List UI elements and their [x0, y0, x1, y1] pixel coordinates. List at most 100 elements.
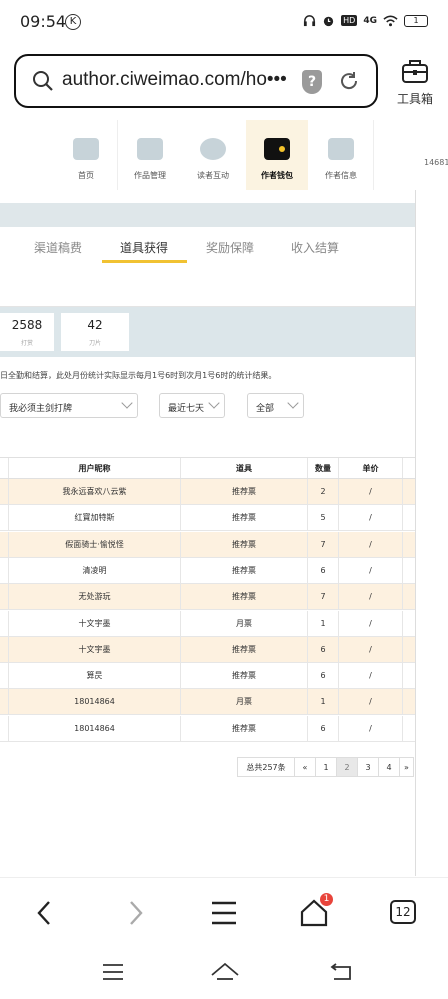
- tabs-count-button[interactable]: 12: [390, 900, 416, 924]
- stat-label: 打赏: [20, 340, 33, 347]
- status-bar: 09:54 K HD 4G 1: [0, 0, 448, 46]
- book-select[interactable]: 我必须主剑打牌: [0, 393, 138, 418]
- table-cell: [402, 715, 415, 741]
- page-prev-button[interactable]: «: [294, 757, 316, 777]
- page-button[interactable]: 1: [315, 757, 337, 777]
- content-border: [415, 190, 416, 876]
- table-cell: [402, 458, 415, 478]
- reload-icon[interactable]: [338, 70, 360, 92]
- chevron-down-icon: [121, 397, 133, 409]
- nav-works[interactable]: 作品管理: [119, 120, 181, 190]
- select-value: 全部: [256, 404, 275, 414]
- table-cell: 7: [307, 531, 338, 557]
- select-value: 我必须主剑打牌: [9, 404, 73, 414]
- table-cell: /: [338, 689, 402, 715]
- table-cell: [0, 611, 8, 636]
- table-cell: 推荐票: [180, 636, 307, 662]
- network-label: 4G: [363, 15, 377, 26]
- column-header: 单价: [338, 458, 402, 478]
- table-cell: 推荐票: [180, 715, 307, 741]
- page-button[interactable]: 3: [357, 757, 379, 777]
- nav-label: 作者信息: [325, 171, 357, 180]
- nav-readers[interactable]: 读者互动: [182, 120, 244, 190]
- table-cell: 18014864: [8, 689, 180, 715]
- table-cell: 18014864: [8, 715, 180, 741]
- table-cell: [402, 663, 415, 689]
- table-cell: [402, 531, 415, 557]
- tab-props-received[interactable]: 道具获得: [120, 239, 168, 256]
- table-cell: 推荐票: [180, 505, 307, 531]
- table-cell: 6: [307, 557, 338, 583]
- nav-label: 作者钱包: [261, 171, 293, 180]
- toolbox-icon: [402, 60, 428, 83]
- table-cell: [0, 558, 8, 583]
- tab-channel-fee[interactable]: 渠道稿费: [34, 239, 82, 256]
- stat-card-tips: 2588 打赏: [0, 313, 54, 351]
- search-icon: [33, 71, 53, 91]
- table-cell: /: [338, 610, 402, 636]
- security-shield-icon[interactable]: ?: [302, 70, 322, 94]
- toolbox-label: 工具箱: [396, 92, 433, 106]
- table-cell: /: [338, 584, 402, 610]
- back-gesture-icon[interactable]: [330, 963, 354, 981]
- table-cell: [0, 479, 8, 504]
- table-cell: [0, 505, 8, 530]
- table-cell: 无处游玩: [8, 584, 180, 610]
- column-header: 数量: [307, 458, 338, 478]
- table-cell: [0, 637, 8, 662]
- table-cell: 月票: [180, 689, 307, 715]
- table-cell: 2: [307, 479, 338, 504]
- table-cell: 月票: [180, 610, 307, 636]
- stat-value: 42: [87, 318, 103, 332]
- table-row: 18014864 月票 1/: [0, 689, 415, 716]
- address-bar[interactable]: author.ciweimao.com/ho••• ?: [14, 54, 378, 108]
- back-icon[interactable]: [30, 898, 60, 928]
- menu-icon[interactable]: [209, 898, 239, 928]
- chevron-down-icon: [287, 397, 299, 409]
- type-select[interactable]: 全部: [247, 393, 304, 418]
- hd-badge: HD: [341, 15, 358, 26]
- tab-income-settlement[interactable]: 收入结算: [291, 239, 339, 256]
- book-icon: [137, 138, 163, 160]
- table-row: 18014864 推荐票 6/: [0, 715, 415, 742]
- table-cell: /: [338, 479, 402, 504]
- table-cell: 推荐票: [180, 663, 307, 689]
- table-cell: /: [338, 636, 402, 662]
- table-cell: [402, 689, 415, 715]
- table-cell: [0, 689, 8, 714]
- table-cell: [402, 505, 415, 531]
- nav-home[interactable]: 首页: [55, 120, 117, 190]
- k-icon: K: [65, 14, 81, 30]
- url-text[interactable]: author.ciweimao.com/ho•••: [62, 69, 287, 91]
- divider: [373, 120, 374, 190]
- chevron-down-icon: [208, 397, 220, 409]
- forward-icon[interactable]: [120, 898, 150, 928]
- select-value: 最近七天: [168, 404, 205, 414]
- page-button-current[interactable]: 2: [336, 757, 358, 777]
- table-cell: /: [338, 663, 402, 689]
- table-row: 无处游玩 推荐票 7/: [0, 584, 415, 611]
- table-row: 我永远喜欢八云紫 推荐票 2/: [0, 479, 415, 505]
- stat-value: 2588: [11, 318, 43, 332]
- range-select[interactable]: 最近七天: [159, 393, 225, 418]
- nav-wallet[interactable]: 作者钱包: [246, 120, 308, 190]
- recent-apps-icon[interactable]: [102, 963, 124, 981]
- browser-toolbar: [0, 877, 448, 947]
- table-cell: 红寶加特斯: [8, 505, 180, 531]
- page-next-button[interactable]: »: [399, 757, 414, 777]
- home-gesture-icon[interactable]: [210, 961, 240, 981]
- wallet-tabs: 渠道稿费 道具获得 奖励保障 收入结算: [0, 227, 415, 265]
- column-header: 道具: [180, 458, 307, 478]
- nav-author-info[interactable]: 作者信息: [310, 120, 372, 190]
- page-button[interactable]: 4: [378, 757, 400, 777]
- table-cell: 7: [307, 584, 338, 610]
- id-card-icon: [328, 138, 354, 160]
- stat-card-blades: 42 刀片: [61, 313, 129, 351]
- wallet-icon: [264, 138, 290, 160]
- tab-reward-guarantee[interactable]: 奖励保障: [206, 239, 254, 256]
- pagination: 总共257条 « 1 2 3 4 »: [237, 757, 414, 777]
- nav-label: 作品管理: [134, 171, 166, 180]
- toolbox-button[interactable]: 工具箱: [390, 58, 440, 108]
- table-row: 红寶加特斯 推荐票 5/: [0, 505, 415, 532]
- table-cell: [0, 584, 8, 609]
